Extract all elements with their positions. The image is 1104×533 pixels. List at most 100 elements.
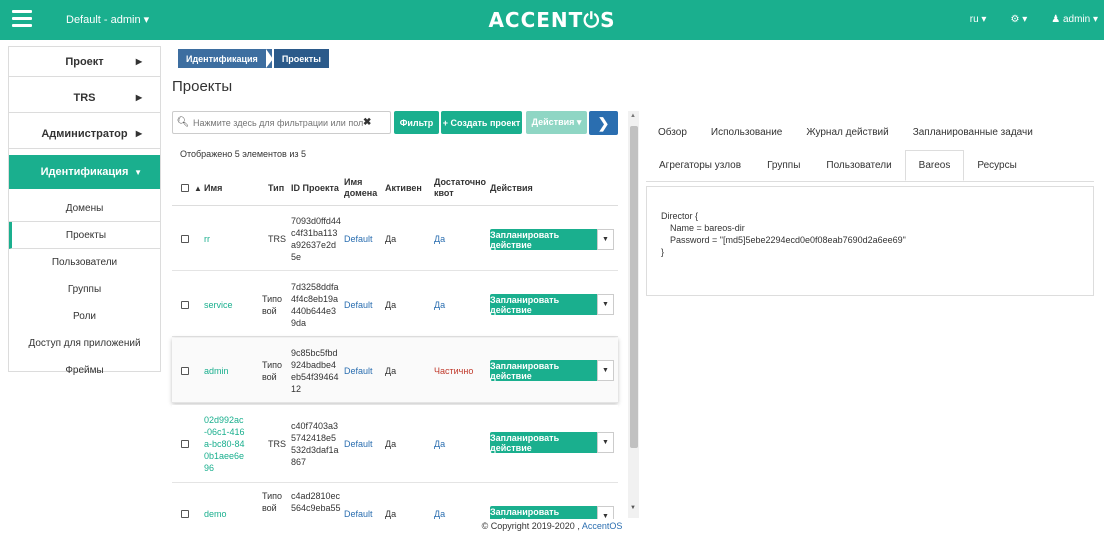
row-checkbox[interactable]: [181, 272, 189, 337]
actions-button[interactable]: Действия ▾: [526, 111, 587, 134]
sidebar-item-identity[interactable]: Идентификация ▼: [9, 155, 160, 189]
project-name-link[interactable]: rr: [204, 207, 210, 271]
active-status: Да: [385, 299, 397, 310]
schedule-action-button[interactable]: Запланировать действие: [490, 506, 597, 519]
filter-input[interactable]: [193, 117, 363, 128]
language-selector[interactable]: ru ▾: [970, 14, 987, 25]
schedule-action-button[interactable]: Запланировать действие: [490, 229, 597, 250]
footer-brand-link[interactable]: AccentOS: [582, 521, 623, 531]
chevron-down-icon[interactable]: ▼: [597, 432, 614, 453]
row-checkbox[interactable]: [181, 405, 189, 483]
quota-status: Частично: [434, 365, 474, 376]
chevron-down-icon[interactable]: ▼: [597, 506, 614, 519]
sidebar-subitem-users[interactable]: Пользователи: [9, 249, 160, 276]
project-id: 7093d0ffd44c4f31ba113a92637e2d5e: [291, 216, 341, 262]
top-navbar: Default - admin ▾ ACCENT⏻S ru ▾ ⚙ ▾ ♟ ad…: [0, 0, 1104, 40]
tab-scheduled-tasks[interactable]: Запланированные задачи: [901, 120, 1045, 150]
sidebar-subitem-frames[interactable]: Фреймы: [9, 357, 160, 384]
table-row-clip: demo Типовой c4ad2810ec564c9eba55 Defaul…: [172, 484, 618, 519]
table-row: demo Типовой c4ad2810ec564c9eba55 Defaul…: [172, 484, 618, 519]
active-status: Да: [385, 365, 397, 376]
sidebar-subitem-roles[interactable]: Роли: [9, 303, 160, 330]
chevron-down-icon[interactable]: ▼: [597, 360, 614, 381]
caret-down-icon: ▼: [134, 167, 142, 177]
project-name-link[interactable]: service: [204, 272, 233, 337]
caret-right-icon: ▶: [135, 93, 142, 102]
filter-button[interactable]: Фильтр: [394, 111, 439, 134]
sidebar-item-label: Проект: [65, 55, 104, 68]
schedule-action-button[interactable]: Запланировать действие: [490, 294, 597, 315]
project-name-link[interactable]: 02d992ac-06c1-416a-bc80-840b1aee6e96: [204, 405, 246, 483]
tab-bareos[interactable]: Bareos: [904, 150, 965, 181]
domain-link[interactable]: Default: [344, 207, 373, 271]
project-id: c4ad2810ec564c9eba55: [291, 491, 341, 513]
search-icon[interactable]: 🔍︎: [173, 117, 193, 128]
create-project-button[interactable]: + Создать проект: [441, 111, 522, 134]
project-name-link[interactable]: admin: [204, 338, 229, 403]
user-menu[interactable]: ♟ admin ▾: [1051, 14, 1098, 25]
tab-overview[interactable]: Обзор: [646, 120, 699, 150]
project-type: TRS: [268, 234, 286, 244]
row-checkbox[interactable]: [181, 504, 189, 519]
domain-link[interactable]: Default: [344, 405, 373, 483]
tab-resources[interactable]: Ресурсы: [964, 151, 1029, 181]
project-id: c40f7403a35742418e5532d3daf1a867: [291, 421, 339, 467]
quota-status: Да: [434, 509, 446, 519]
sidebar-subitem-projects[interactable]: Проекты: [9, 222, 160, 249]
caret-right-icon: ▶: [135, 57, 142, 66]
select-all-checkbox[interactable]: [181, 170, 189, 206]
scroll-down-icon[interactable]: ▼: [630, 505, 636, 511]
project-type: Типовой: [262, 359, 283, 382]
tab-users[interactable]: Пользователи: [813, 151, 904, 181]
schedule-action-button[interactable]: Запланировать действие: [490, 432, 597, 453]
tab-action-log[interactable]: Журнал действий: [794, 120, 900, 150]
scroll-up-icon[interactable]: ▲: [630, 113, 636, 119]
active-status: Да: [385, 509, 397, 519]
header-domain: Имя домена: [344, 177, 378, 198]
items-count: Отображено 5 элементов из 5: [180, 149, 306, 159]
chevron-down-icon[interactable]: ▼: [597, 229, 614, 250]
tab-node-aggregators[interactable]: Агрегаторы узлов: [646, 151, 754, 181]
sidebar-subitem-app-access[interactable]: Доступ для приложений: [9, 330, 160, 357]
caret-right-icon: ▶: [135, 129, 142, 138]
detail-tabs-row1: Обзор Использование Журнал действий Запл…: [646, 120, 1094, 150]
sidebar-item-admin[interactable]: Администратор ▶: [9, 119, 160, 149]
project-name-link[interactable]: demo: [204, 504, 227, 519]
active-status: Да: [385, 234, 397, 244]
breadcrumb-projects[interactable]: Проекты: [273, 49, 329, 68]
sidebar-item-project[interactable]: Проект ▶: [9, 47, 160, 77]
config-line: Director {: [661, 211, 699, 221]
tab-usage[interactable]: Использование: [699, 120, 794, 150]
header-id: ID Проекта: [291, 182, 339, 193]
project-type: Типовой: [262, 491, 283, 513]
domain-link[interactable]: Default: [344, 272, 373, 337]
project-type: Типовой: [262, 293, 283, 316]
row-checkbox[interactable]: [181, 338, 189, 403]
domain-link[interactable]: Default: [344, 504, 373, 519]
active-status: Да: [385, 439, 397, 449]
row-checkbox[interactable]: [181, 207, 189, 271]
sidebar-item-trs[interactable]: TRS ▶: [9, 83, 160, 113]
header-name[interactable]: Имя: [204, 170, 222, 206]
sidebar-subitem-domains[interactable]: Домены: [9, 195, 160, 222]
table-row: admin Типовой 9c85bc5fbd924badbe4eb54f39…: [172, 338, 618, 403]
bareos-config-panel: Director { Name = bareos-dir Password = …: [646, 186, 1094, 296]
quota-status: Да: [434, 439, 446, 449]
sidebar-subitem-groups[interactable]: Группы: [9, 276, 160, 303]
schedule-action-button[interactable]: Запланировать действие: [490, 360, 597, 381]
scrollbar-thumb[interactable]: [630, 126, 638, 448]
config-line: Password = "[md5]5ebe2294ecd0e0f08eab769…: [670, 235, 906, 245]
footer: © Copyright 2019-2020 , AccentOS: [0, 521, 1104, 531]
config-line: }: [661, 247, 665, 257]
table-row: service Типовой 7d3258ddfa4f4c8eb19a440b…: [172, 272, 618, 337]
domain-link[interactable]: Default: [344, 338, 373, 403]
quota-status: Да: [434, 299, 446, 310]
chevron-right-icon[interactable]: ❯: [589, 111, 618, 135]
tab-groups[interactable]: Группы: [754, 151, 813, 181]
chevron-down-icon[interactable]: ▼: [597, 294, 614, 315]
clear-icon[interactable]: ✖: [363, 117, 371, 128]
settings-menu[interactable]: ⚙ ▾: [1010, 14, 1027, 25]
detail-tabs-row2: Агрегаторы узлов Группы Пользователи Bar…: [646, 150, 1094, 182]
sort-icon[interactable]: ▲: [194, 170, 202, 206]
breadcrumb-identity[interactable]: Идентификация: [178, 49, 273, 68]
